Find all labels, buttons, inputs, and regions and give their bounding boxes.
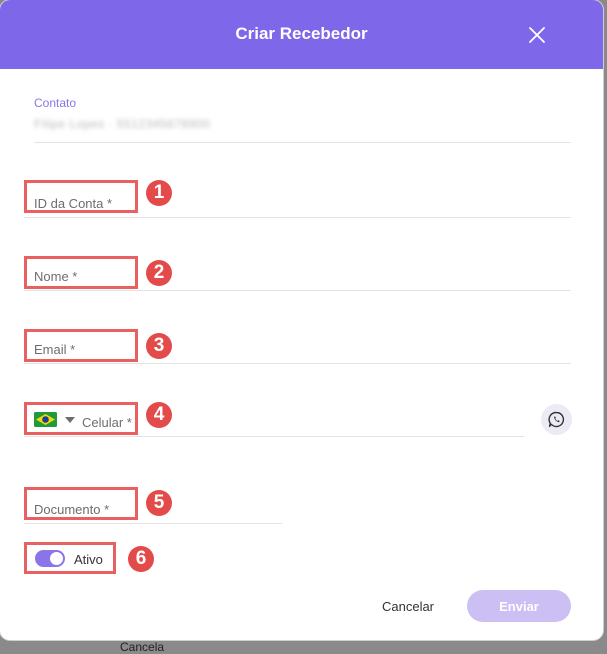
document-underline [24, 523, 282, 524]
name-highlight [24, 256, 138, 289]
active-toggle-highlight [24, 542, 116, 574]
contact-label: Contato [34, 96, 77, 110]
backdrop-cancel-text: Cancela [120, 640, 165, 654]
cancel-button[interactable]: Cancelar [366, 590, 450, 622]
step-badge-2: 2 [146, 260, 172, 286]
whatsapp-icon [548, 411, 565, 428]
close-icon[interactable] [526, 24, 548, 46]
document-highlight [24, 487, 138, 520]
phone-highlight [24, 402, 138, 435]
email-highlight [24, 329, 138, 362]
step-badge-4: 4 [146, 402, 172, 428]
contact-underline [34, 142, 571, 143]
modal-header: Criar Recebedor [0, 0, 603, 69]
name-underline [24, 290, 571, 291]
step-badge-1: 1 [146, 180, 172, 206]
step-badge-5: 5 [146, 490, 172, 516]
contact-value: Filipe Lopes · 5512345678900 [34, 117, 211, 131]
create-receiver-modal: Criar Recebedor Contato Filipe Lopes · 5… [0, 0, 603, 640]
modal-title: Criar Recebedor [235, 24, 368, 43]
step-badge-6: 6 [128, 546, 154, 572]
phone-underline [24, 436, 524, 437]
submit-button[interactable]: Enviar [467, 590, 571, 622]
account-id-underline [24, 217, 571, 218]
step-badge-3: 3 [146, 333, 172, 359]
email-underline [24, 363, 571, 364]
account-id-highlight [24, 180, 138, 213]
whatsapp-button[interactable] [541, 404, 572, 435]
